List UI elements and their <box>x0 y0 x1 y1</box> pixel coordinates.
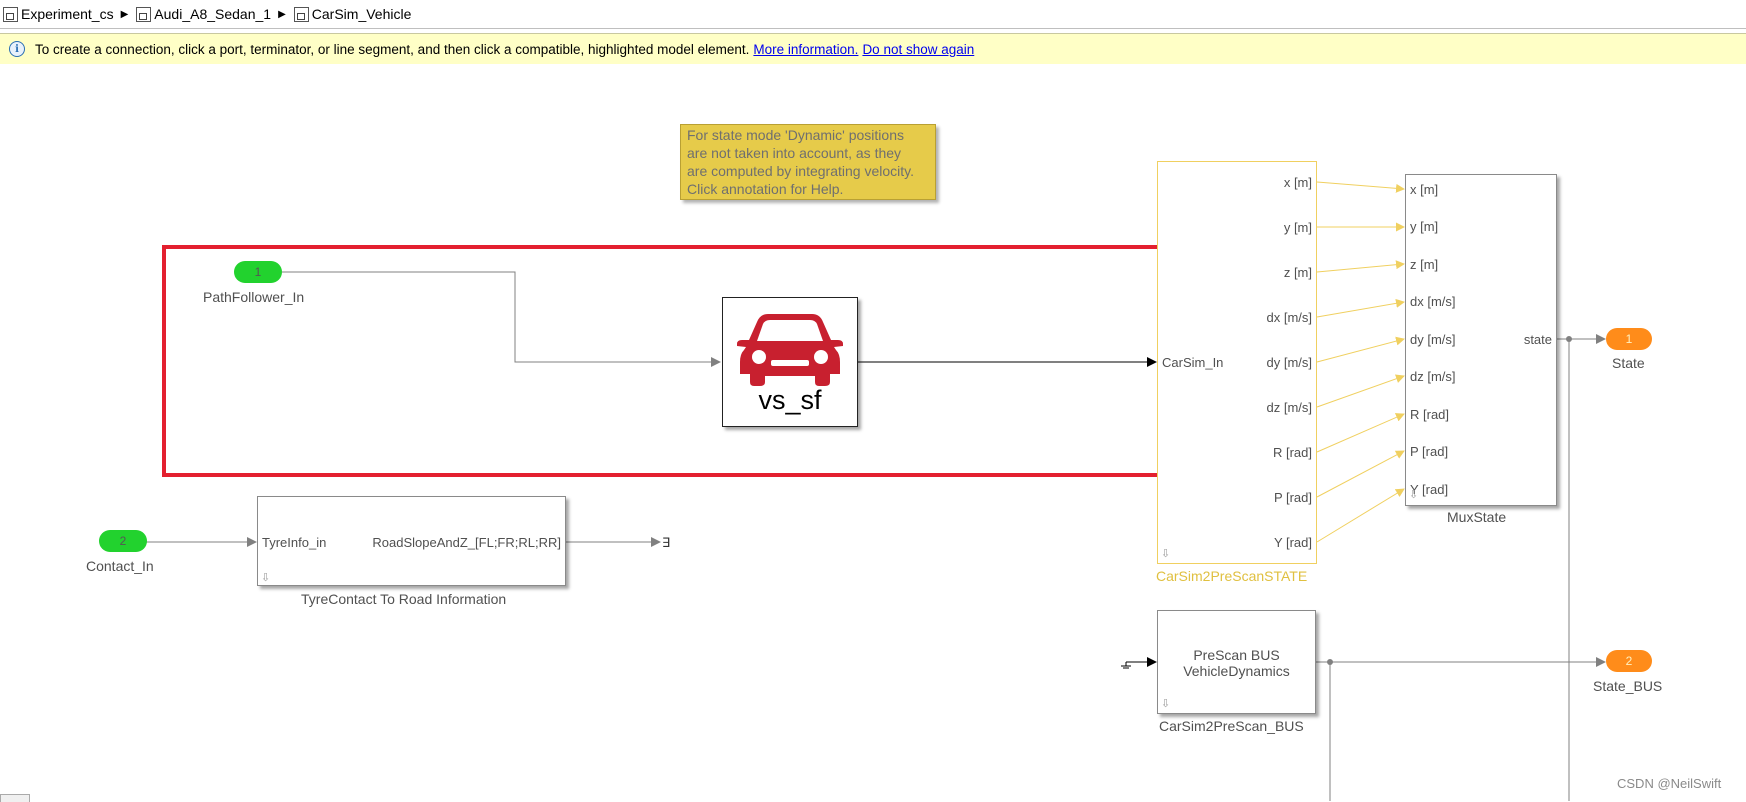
in-port-r: R [rad] <box>1410 407 1450 422</box>
annotation-line: are computed by integrating velocity. <box>687 163 914 179</box>
out-port-state: state <box>1523 332 1552 347</box>
inport-pathfollower[interactable]: 1 <box>234 261 282 283</box>
highlight-rectangle <box>162 245 1230 477</box>
port-number: 2 <box>119 534 127 548</box>
block-name: TyreContact To Road Information <box>301 591 507 607</box>
expand-arrow-icon: ⇩ <box>1409 489 1419 501</box>
annotation-line: For state mode 'Dynamic' positions <box>687 127 904 143</box>
expand-arrow-icon: ⇩ <box>261 572 271 584</box>
out-port-z: z [m] <box>1283 265 1312 280</box>
in-port-x: x [m] <box>1410 182 1439 197</box>
out-port-r: R [rad] <box>1272 445 1312 460</box>
outport-label: State_BUS <box>1593 678 1663 694</box>
carsim2prescan-state-block[interactable]: CarSim_In x [m] y [m] z [m] dx [m/s] dy … <box>1157 161 1317 564</box>
block-name: MuxState <box>1447 509 1507 525</box>
terminator-icon[interactable]: ∃ <box>662 536 670 551</box>
ground-icon[interactable] <box>1121 662 1131 669</box>
in-port-dz: dz [m/s] <box>1410 369 1456 384</box>
in-port-y: y [m] <box>1410 219 1439 234</box>
annotation-line: are not taken into account, as they <box>687 145 902 161</box>
carsim2prescan-bus-block[interactable]: PreScan BUS VehicleDynamics ⇩ <box>1157 610 1316 714</box>
out-port-label: RoadSlopeAndZ_[FL;FR;RL;RR] <box>372 535 561 550</box>
inport-contact[interactable]: 2 <box>99 530 147 552</box>
in-port-label: CarSim_In <box>1162 355 1224 370</box>
outport-state-bus[interactable]: 2 <box>1606 650 1652 672</box>
port-number: 1 <box>1625 332 1633 346</box>
in-port-dx: dx [m/s] <box>1410 294 1456 309</box>
bus-block-text-1: PreScan BUS <box>1193 647 1280 663</box>
out-port-dx: dx [m/s] <box>1266 310 1312 325</box>
annotation-line: Click annotation for Help. <box>687 181 844 197</box>
out-port-p: P [rad] <box>1273 490 1312 505</box>
inport-label: Contact_In <box>86 558 154 574</box>
expand-arrow-icon: ⇩ <box>1161 548 1171 560</box>
car-icon <box>737 314 843 386</box>
vs-sf-label: vs_sf <box>758 385 822 415</box>
block-name: CarSim2PreScan_BUS <box>1159 718 1304 734</box>
tyre-contact-block[interactable]: TyreInfo_in RoadSlopeAndZ_[FL;FR;RL;RR] … <box>257 496 566 586</box>
in-port-label: TyreInfo_in <box>262 535 327 550</box>
out-port-dy: dy [m/s] <box>1266 355 1312 370</box>
port-number: 1 <box>254 265 262 279</box>
mux-state-block[interactable]: x [m] y [m] z [m] dx [m/s] dy [m/s] dz [… <box>1405 174 1557 506</box>
vs-sf-block[interactable]: vs_sf <box>722 297 858 427</box>
in-port-dy: dy [m/s] <box>1410 332 1456 347</box>
in-port-p: P [rad] <box>1410 444 1449 459</box>
out-port-y: y [m] <box>1283 220 1312 235</box>
expand-arrow-icon: ⇩ <box>1161 698 1171 710</box>
out-port-x: x [m] <box>1283 175 1312 190</box>
out-port-dz: dz [m/s] <box>1266 400 1312 415</box>
in-port-z: z [m] <box>1410 257 1439 272</box>
outport-label: State <box>1612 355 1645 371</box>
bus-block-text-2: VehicleDynamics <box>1183 663 1290 679</box>
watermark: CSDN @NeilSwift <box>1617 776 1722 791</box>
outport-state[interactable]: 1 <box>1606 328 1652 350</box>
out-port-yaw: Y [rad] <box>1273 535 1312 550</box>
port-number: 2 <box>1625 654 1633 668</box>
block-name: CarSim2PreScanSTATE <box>1156 568 1308 584</box>
inport-label: PathFollower_In <box>203 289 305 305</box>
help-annotation[interactable]: For state mode 'Dynamic' positions are n… <box>680 124 936 200</box>
